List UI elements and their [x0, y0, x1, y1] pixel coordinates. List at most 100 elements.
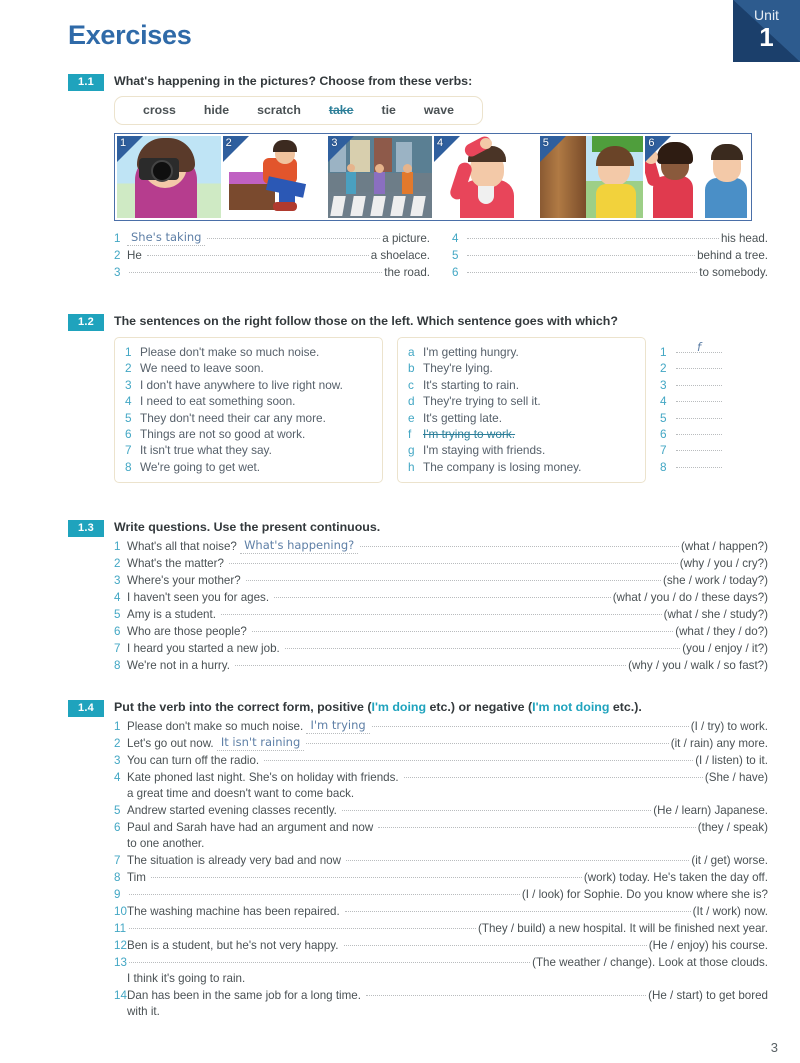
item-1-4-number: 9 — [114, 888, 121, 901]
item-1-4-lead: Let's go out now. — [127, 737, 217, 750]
item-1-4-blank-line[interactable] — [403, 766, 703, 778]
answer-1-1-blank-line[interactable] — [467, 227, 719, 239]
exercise-1-3-items: 1 What's all that noise? What's happening… — [114, 538, 768, 674]
item-1-4-number: 4 — [114, 771, 121, 784]
exercise-1-1-number: 1.1 — [68, 74, 104, 91]
item-1-4-blank-line[interactable] — [371, 715, 689, 727]
exercise-1-4-number: 1.4 — [68, 700, 104, 717]
verb-option-scratch[interactable]: scratch — [257, 103, 301, 117]
match-left-text: It isn't true what they say. — [140, 443, 272, 458]
item-1-4-tail: (He / enjoy) his course. — [648, 939, 768, 952]
match-right-item: h The company is losing money. — [408, 459, 633, 475]
item-1-4-number: 13 — [114, 956, 127, 969]
match-right-text: The company is losing money. — [423, 459, 582, 474]
match-right-key: f — [408, 427, 412, 442]
match-answer-blank[interactable] — [676, 374, 722, 386]
match-left-item: 3 I don't have anywhere to live right now… — [125, 377, 370, 393]
item-1-4-blank-line[interactable] — [342, 799, 652, 811]
picture-strip: 1 2 3 4 5 6 — [114, 133, 752, 221]
exercise-1-4-title-part: I'm doing — [371, 700, 427, 714]
answer-1-1-blank-line[interactable] — [467, 261, 698, 273]
question-1-3-lead: Who are those people? — [127, 625, 251, 638]
match-answer-blank[interactable] — [676, 357, 722, 370]
question-1-3-lead: What's the matter? — [127, 557, 228, 570]
item-1-4-blank-line[interactable] — [343, 934, 647, 946]
exercise-1-4-title: Put the verb into the correct form, posi… — [114, 700, 768, 715]
question-1-3-number: 8 — [114, 659, 121, 672]
item-1-4-number: 10 — [114, 905, 127, 918]
question-1-3-lead: Where's your mother? — [127, 574, 244, 587]
item-1-4-lead: Paul and Sarah have had an argument and … — [127, 821, 377, 834]
item-1-4-blank-line[interactable] — [366, 984, 647, 996]
match-left-item: 1 Please don't make so much noise. — [125, 344, 370, 360]
verb-option-take[interactable]: take — [329, 103, 354, 117]
match-left-key: 8 — [125, 459, 132, 474]
answer-1-1-blank-line[interactable] — [147, 244, 369, 256]
question-1-3-tail: (she / work / today?) — [662, 574, 768, 587]
question-1-3-blank-line[interactable] — [235, 654, 627, 666]
answer-1-1-tail: his head. — [720, 232, 768, 245]
item-1-4-number: 8 — [114, 871, 121, 884]
question-1-3-blank-line[interactable] — [284, 637, 681, 649]
exercise-1-3-number: 1.3 — [68, 520, 104, 537]
exercise-1-4-title-part: I'm not doing — [532, 700, 610, 714]
match-right-item: b They're lying. — [408, 360, 633, 376]
match-left-text: We need to leave soon. — [140, 361, 264, 376]
match-left-key: 2 — [125, 361, 132, 376]
workbook-page: Unit 1 Exercises 1.1 What's happening in… — [0, 0, 800, 1063]
answer-1-1-number: 4 — [452, 232, 459, 245]
item-1-4-blank-line[interactable] — [129, 917, 476, 929]
verb-option-hide[interactable]: hide — [204, 103, 229, 117]
item-1-4-blank-line[interactable] — [346, 849, 690, 861]
item-1-4-blank-line[interactable] — [306, 732, 669, 744]
match-left-key: 6 — [125, 427, 132, 442]
item-1-4-blank-line[interactable] — [129, 883, 520, 895]
answer-1-1-blank-line[interactable] — [129, 261, 383, 273]
match-right-text: It's getting late. — [423, 410, 502, 425]
item-1-4-tail: (The weather / change). Look at those cl… — [532, 956, 768, 969]
exercise-1-1-title: What's happening in the pictures? Choose… — [114, 74, 473, 88]
question-1-3-blank-line[interactable] — [360, 535, 679, 547]
match-answer-blank[interactable] — [676, 456, 722, 468]
item-1-4-blank-line[interactable] — [378, 816, 696, 828]
verb-option-wave[interactable]: wave — [424, 103, 454, 117]
exercise-1-2: 1.2 The sentences on the right follow th… — [68, 314, 768, 484]
match-answer-blank[interactable]: f — [676, 340, 722, 354]
answers-1-1-left: 1 She's taking a picture. 2 He a shoelace. 3 t… — [114, 230, 430, 281]
answer-1-1-blank-line[interactable] — [207, 227, 381, 239]
question-1-3-blank-line[interactable] — [274, 586, 611, 598]
exercise-1-2-title: The sentences on the right follow those … — [114, 314, 618, 328]
match-answer-key: 2 — [660, 361, 667, 376]
item-1-4-blank-line[interactable] — [344, 900, 691, 912]
answer-1-1-tail: to somebody. — [699, 266, 768, 279]
answer-1-1-number: 6 — [452, 266, 459, 279]
match-answer-blank[interactable] — [676, 390, 722, 403]
verb-option-tie[interactable]: tie — [381, 103, 395, 117]
question-1-3-blank-line[interactable] — [229, 552, 678, 564]
answer-1-1-blank-line[interactable] — [467, 244, 696, 256]
match-left-key: 5 — [125, 410, 132, 425]
exercise-1-3: 1.3 Write questions. Use the present con… — [68, 520, 768, 674]
match-right-text: They're lying. — [423, 361, 493, 376]
question-1-3-lead: What's all that noise? — [127, 540, 241, 553]
question-1-3-blank-line[interactable] — [245, 569, 661, 581]
item-1-4-blank-line[interactable] — [264, 749, 694, 761]
question-1-3-blank-line[interactable] — [221, 603, 662, 615]
question-1-3-blank-line[interactable] — [252, 620, 674, 632]
unit-badge-label: Unit — [754, 7, 779, 23]
question-1-3-tail: (why / you / walk / so fast?) — [628, 659, 768, 672]
match-right-text: I'm getting hungry. — [423, 345, 519, 359]
item-1-4-blank-line[interactable] — [129, 951, 531, 963]
item-1-4-blank-line[interactable] — [151, 866, 582, 878]
match-answer-blank[interactable] — [676, 439, 722, 452]
item-1-4-number: 12 — [114, 939, 127, 952]
match-answer-key: 4 — [660, 394, 667, 409]
match-answer-blank[interactable] — [676, 423, 722, 436]
item-1-4-number: 1 — [114, 720, 121, 733]
item-1-4-lead: Kate phoned last night. She's on holiday… — [127, 771, 402, 784]
match-answer-blank[interactable] — [676, 407, 722, 419]
match-right-text: I'm staying with friends. — [423, 443, 546, 458]
verb-option-cross[interactable]: cross — [143, 103, 176, 117]
exercise-1-1: 1.1 What's happening in the pictures? Ch… — [68, 74, 768, 281]
exercise-1-4-title-part: etc.) or negative ( — [426, 700, 533, 714]
